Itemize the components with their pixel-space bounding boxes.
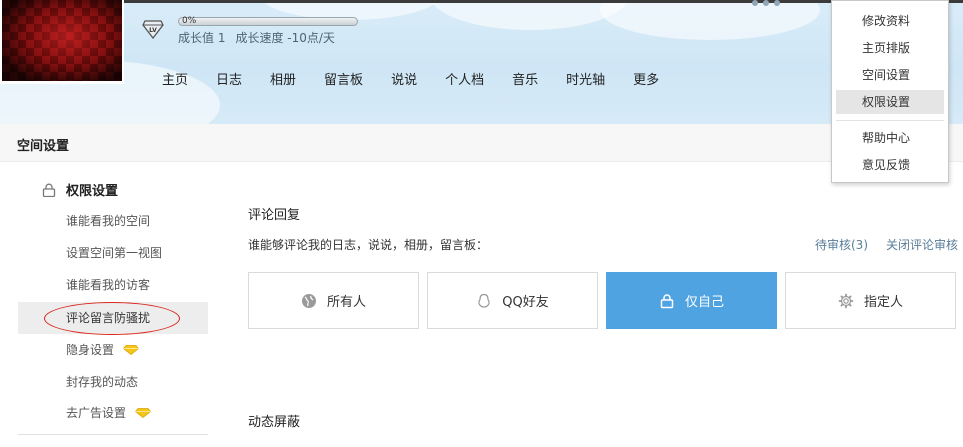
diamond-icon <box>135 408 152 418</box>
sidebar-group-header[interactable]: 权限设置 <box>42 180 118 199</box>
sidebar-item-archive-feed[interactable]: 封存我的动态 <box>18 366 208 398</box>
nav-message-board[interactable]: 留言板 <box>310 72 377 90</box>
growth-value: 成长值 1 <box>178 31 226 45</box>
sidebar-item-remove-ads[interactable]: 去广告设置 <box>18 397 208 429</box>
avatar[interactable] <box>0 0 124 84</box>
menu-item-help-center[interactable]: 帮助中心 <box>836 126 944 150</box>
sidebar-group-label: 权限设置 <box>66 184 119 199</box>
nav-more[interactable]: 更多 <box>619 72 673 90</box>
gear-icon <box>838 293 854 308</box>
menu-item-permission-settings[interactable]: 权限设置 <box>836 90 944 114</box>
sidebar-item-visitors[interactable]: 谁能看我的访客 <box>18 269 208 301</box>
more-dots-icon[interactable] <box>752 0 780 6</box>
option-label: 指定人 <box>863 295 903 310</box>
sidebar-item-label: 去广告设置 <box>66 406 127 420</box>
cloud-decoration <box>430 0 630 30</box>
sidebar-item-label: 谁能看我的访客 <box>66 278 151 292</box>
settings-dropdown-menu: 修改资料 主页排版 空间设置 权限设置 帮助中心 意见反馈 <box>831 0 949 183</box>
nav-home[interactable]: 主页 <box>148 72 202 90</box>
sidebar-item-first-view[interactable]: 设置空间第一视图 <box>18 237 208 269</box>
menu-item-edit-profile[interactable]: 修改资料 <box>836 9 944 33</box>
section-header: 空间设置 <box>0 124 963 162</box>
sidebar-item-anti-harassment[interactable]: 评论留言防骚扰 <box>18 302 208 334</box>
growth-speed: 成长速度 -10点/天 <box>235 31 335 45</box>
menu-item-feedback[interactable]: 意见反馈 <box>836 153 944 177</box>
diamond-icon <box>123 345 140 355</box>
menu-item-space-settings[interactable]: 空间设置 <box>836 63 944 87</box>
sidebar-item-label: 隐身设置 <box>66 343 115 357</box>
sidebar-item-label: 评论留言防骚扰 <box>66 311 151 325</box>
progress-text: 0% <box>182 16 197 26</box>
menu-item-homepage-layout[interactable]: 主页排版 <box>836 36 944 60</box>
cloud-decoration <box>600 0 820 40</box>
sidebar-item-label: 谁能看我的空间 <box>66 214 151 228</box>
padlock-icon <box>660 293 674 308</box>
comment-permission-description: 谁能够评论我的日志，说说，相册，留言板： <box>248 238 489 252</box>
menu-divider <box>836 120 944 121</box>
globe-icon <box>301 293 316 308</box>
lock-icon <box>42 183 56 197</box>
level-badge-icon[interactable]: LV <box>141 15 165 39</box>
nav-timeline[interactable]: 时光轴 <box>552 72 619 90</box>
feed-block-title: 动态屏蔽 <box>248 415 301 430</box>
option-everyone[interactable]: 所有人 <box>248 272 419 329</box>
option-label: 所有人 <box>326 295 366 310</box>
sidebar-item-who-can-view[interactable]: 谁能看我的空间 <box>18 205 208 237</box>
option-qq-friends[interactable]: QQ好友 <box>427 272 598 329</box>
nav-blog[interactable]: 日志 <box>202 72 256 90</box>
avatar-image <box>2 0 122 81</box>
nav-profile[interactable]: 个人档 <box>431 72 498 90</box>
nav-shuoshuo[interactable]: 说说 <box>377 72 431 90</box>
main-nav: 主页 日志 相册 留言板 说说 个人档 音乐 时光轴 更多 <box>148 72 673 90</box>
growth-progress-bar <box>178 17 358 26</box>
qq-penguin-icon <box>478 293 490 308</box>
sidebar-item-invisible[interactable]: 隐身设置 <box>18 334 208 366</box>
pending-review-link[interactable]: 待审核(3) <box>815 236 868 253</box>
top-border <box>0 0 963 3</box>
option-label: QQ好友 <box>502 295 549 310</box>
growth-info: 成长值 1 成长速度 -10点/天 <box>178 29 335 46</box>
nav-music[interactable]: 音乐 <box>498 72 552 90</box>
close-comment-review-link[interactable]: 关闭评论审核 <box>886 236 958 253</box>
nav-album[interactable]: 相册 <box>256 72 310 90</box>
svg-text:LV: LV <box>149 27 157 34</box>
option-label: 仅自己 <box>684 295 724 310</box>
option-only-me[interactable]: 仅自己 <box>606 272 777 329</box>
sidebar-item-label: 设置空间第一视图 <box>66 246 163 260</box>
sidebar-divider <box>18 434 208 435</box>
comment-reply-title: 评论回复 <box>248 208 301 223</box>
sidebar-item-label: 封存我的动态 <box>66 375 139 389</box>
section-title: 空间设置 <box>17 139 70 154</box>
option-specific-people[interactable]: 指定人 <box>785 272 956 329</box>
